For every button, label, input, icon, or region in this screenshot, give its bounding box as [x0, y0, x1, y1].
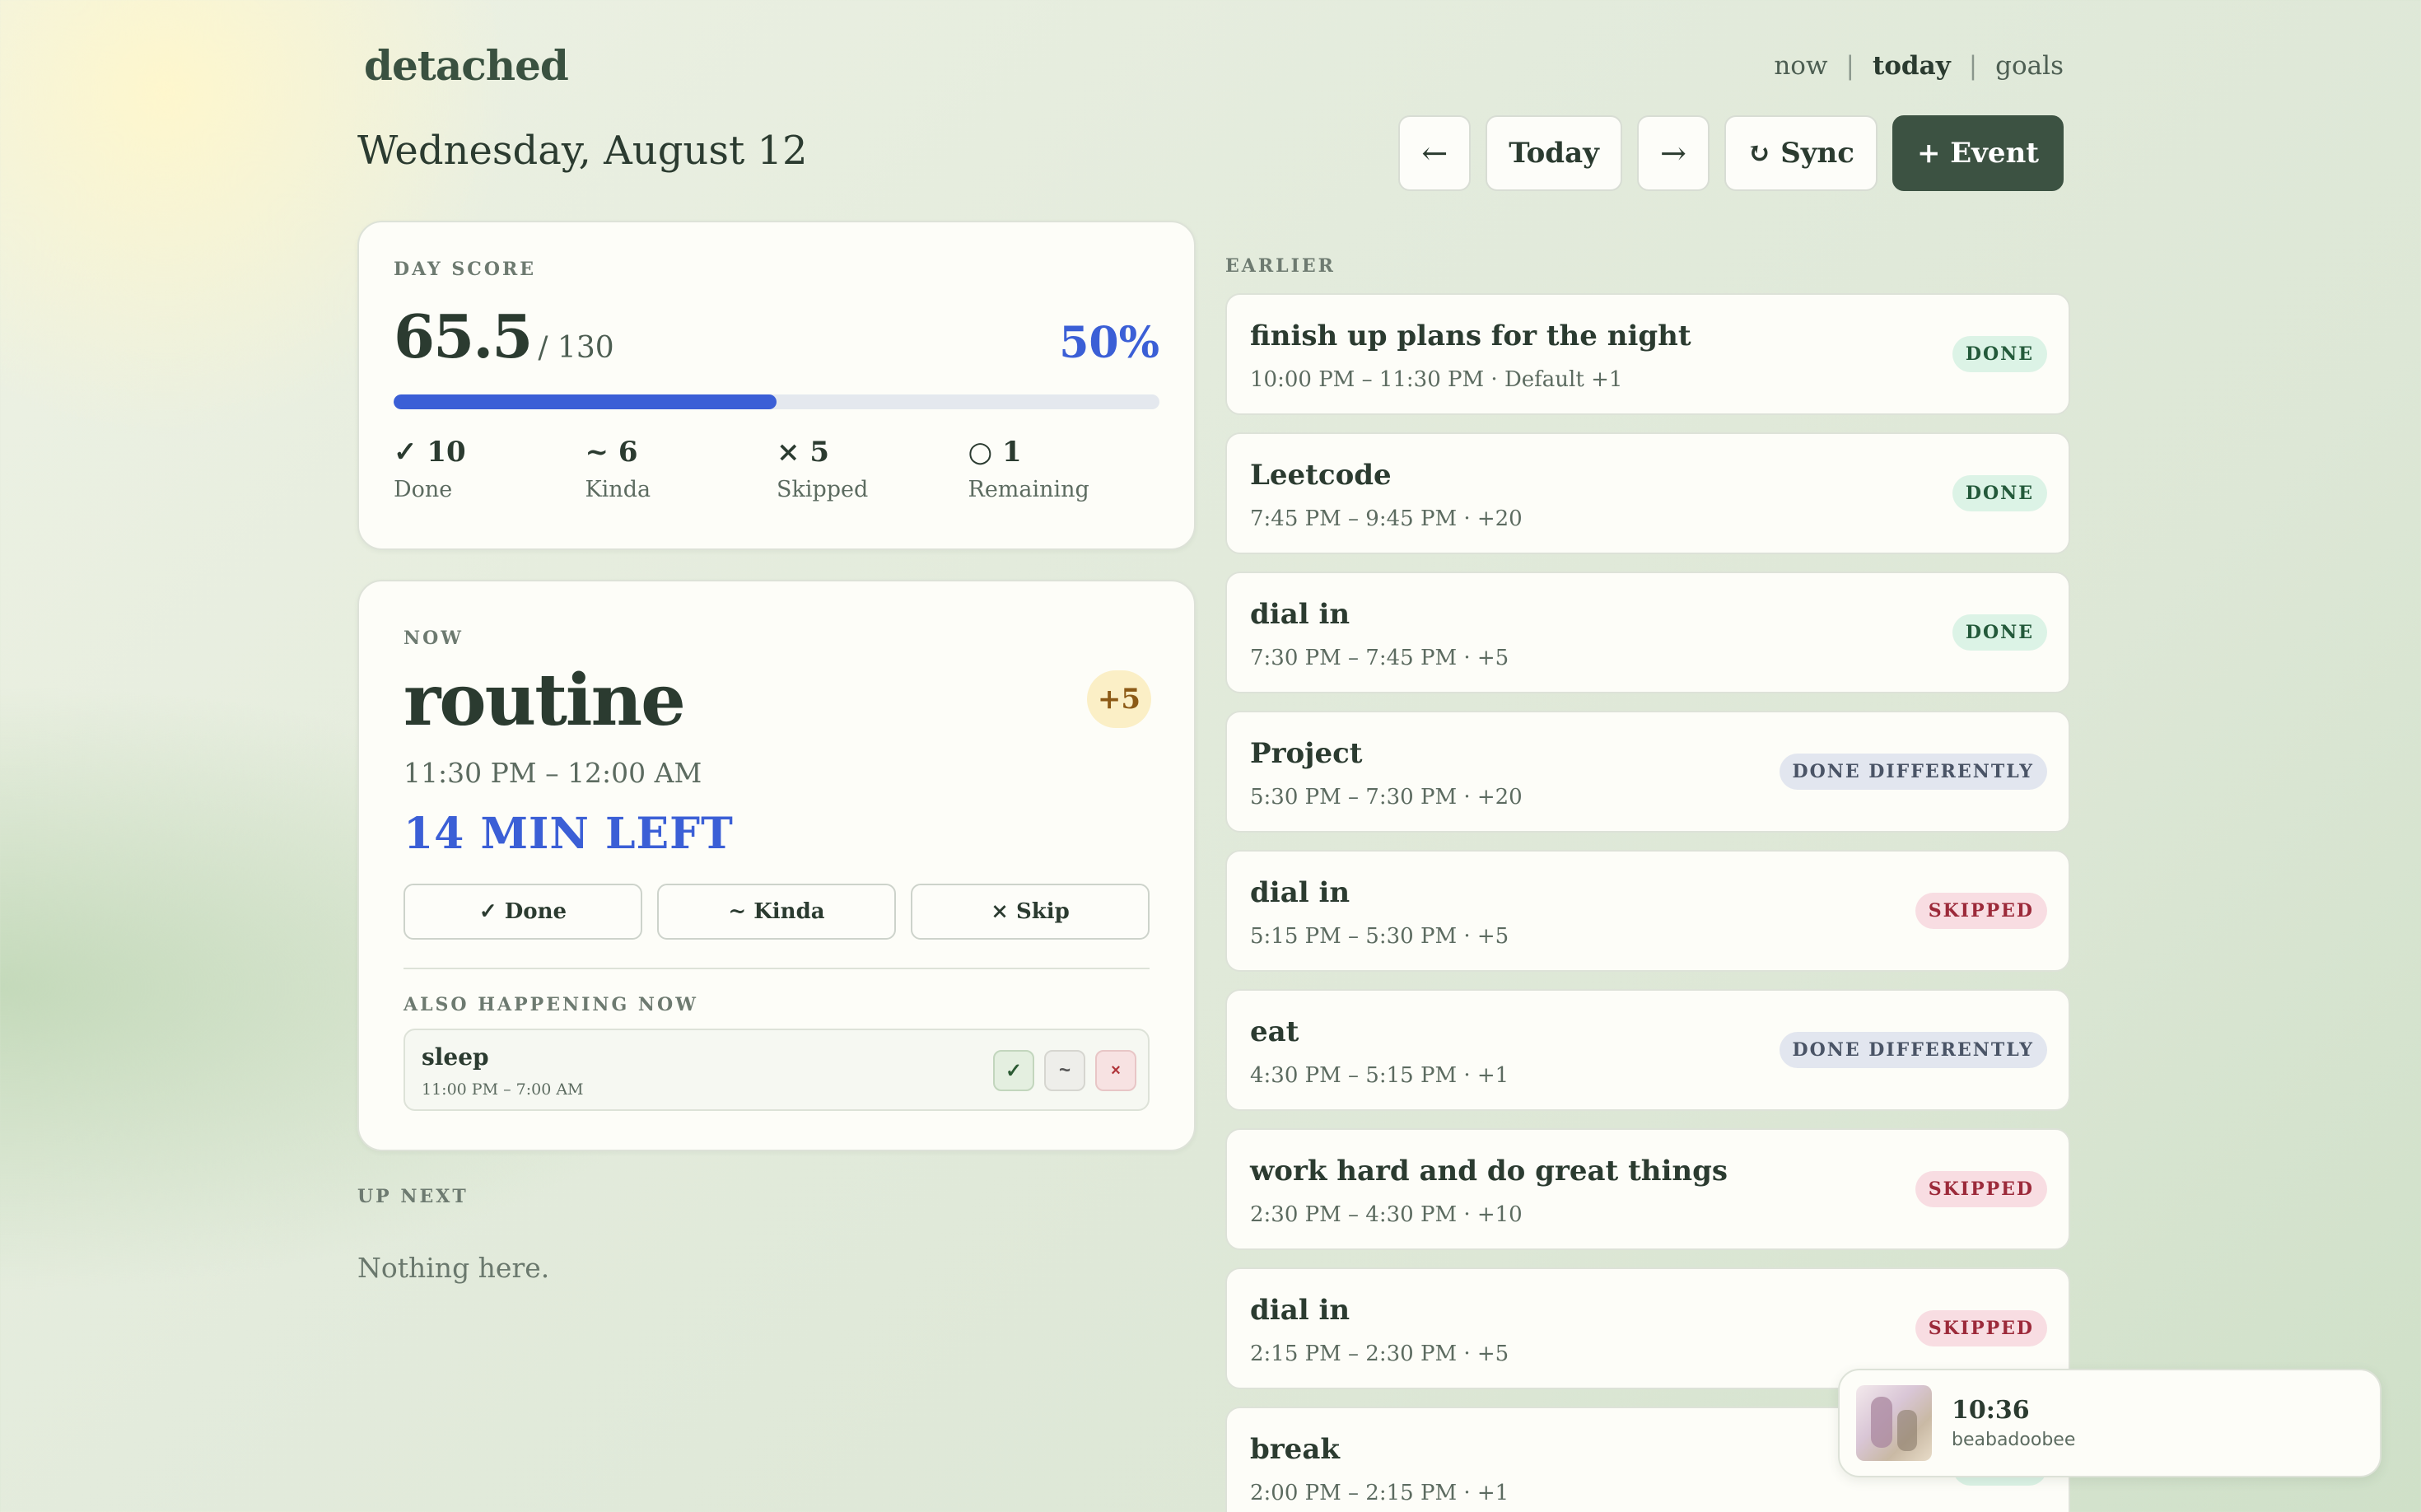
toolbar: ← Today → ↻ Sync + Event: [1398, 115, 2064, 191]
prev-day-button[interactable]: ←: [1398, 115, 1472, 191]
sync-button[interactable]: ↻ Sync: [1724, 115, 1878, 191]
time-remaining: 14 MIN LEFT: [404, 809, 734, 859]
now-playing-artist: beabadoobee: [1952, 1430, 2076, 1450]
app-logo[interactable]: detached: [364, 41, 569, 90]
status-badge: DONE DIFFERENTLY: [1779, 754, 2047, 790]
up-next-empty: Nothing here.: [357, 1252, 550, 1284]
nav-separator: |: [1968, 51, 1978, 81]
status-badge: SKIPPED: [1915, 1310, 2047, 1346]
status-badge: SKIPPED: [1915, 893, 2047, 929]
stat-value: × 5: [777, 436, 829, 469]
mark-skip-button[interactable]: × Skip: [911, 884, 1150, 940]
mini-done-button[interactable]: ✓: [993, 1050, 1034, 1091]
score-row: 65.5/ 130 50%: [394, 301, 1159, 371]
status-badge: DONE: [1952, 614, 2047, 651]
album-art: [1856, 1385, 1932, 1461]
event-meta: 10:00 PM – 11:30 PM · Default +1: [1250, 367, 1623, 392]
mark-kinda-button[interactable]: ~ Kinda: [657, 884, 896, 940]
event-title: Leetcode: [1250, 459, 1392, 492]
event-card[interactable]: eat 4:30 PM – 5:15 PM · +1 DONE DIFFEREN…: [1225, 989, 2070, 1111]
status-badge: SKIPPED: [1915, 1171, 2047, 1207]
event-meta: 7:45 PM – 9:45 PM · +20: [1250, 506, 1523, 531]
page: detached now | today | goals Wednesday, …: [357, 0, 2070, 1512]
stat-kinda: ~ 6 Kinda: [585, 436, 777, 502]
add-event-button[interactable]: + Event: [1892, 115, 2064, 191]
top-nav: now | today | goals: [1774, 51, 2064, 81]
stat-value: ✓ 10: [394, 436, 466, 469]
score-number: 65.5: [394, 301, 533, 371]
also-happening-label: ALSO HAPPENING NOW: [404, 994, 698, 1015]
status-badge: DONE DIFFERENTLY: [1779, 1032, 2047, 1068]
score-stats: ✓ 10 Done ~ 6 Kinda × 5 Skipped ○ 1 Rema…: [394, 436, 1159, 502]
also-happening-item: sleep 11:00 PM – 7:00 AM ✓ ~ ×: [404, 1029, 1150, 1111]
divider: [404, 968, 1150, 969]
score-progress-bar: [394, 394, 1159, 409]
stat-label: Done: [394, 477, 453, 502]
stat-label: Kinda: [585, 477, 651, 502]
now-card: NOW routine +5 11:30 PM – 12:00 AM 14 MI…: [357, 580, 1196, 1151]
score-value: 65.5/ 130: [394, 301, 614, 371]
event-card[interactable]: Leetcode 7:45 PM – 9:45 PM · +20 DONE: [1225, 432, 2070, 554]
event-title: finish up plans for the night: [1250, 320, 1691, 352]
event-meta: 2:00 PM – 2:15 PM · +1: [1250, 1481, 1509, 1505]
event-card[interactable]: finish up plans for the night 10:00 PM –…: [1225, 293, 2070, 415]
nav-now-link[interactable]: now: [1774, 51, 1827, 81]
also-actions: ✓ ~ ×: [993, 1050, 1136, 1091]
now-playing-time: 10:36: [1952, 1396, 2030, 1425]
nav-goals-link[interactable]: goals: [1995, 51, 2064, 81]
day-score-card: DAY SCORE 65.5/ 130 50% ✓ 10 Done ~ 6 Ki…: [357, 221, 1196, 550]
stat-label: Remaining: [968, 477, 1089, 502]
score-percent: 50%: [1059, 318, 1159, 368]
current-event-time: 11:30 PM – 12:00 AM: [404, 757, 702, 789]
page-title: Wednesday, August 12: [357, 128, 808, 174]
current-event-title: routine: [404, 659, 686, 742]
event-card[interactable]: dial in 7:30 PM – 7:45 PM · +5 DONE: [1225, 572, 2070, 693]
nav-today-link[interactable]: today: [1873, 51, 1951, 81]
stat-value: ○ 1: [968, 436, 1022, 469]
day-score-label: DAY SCORE: [394, 259, 537, 280]
up-next-label: UP NEXT: [357, 1186, 469, 1207]
now-actions: ✓ Done ~ Kinda × Skip: [404, 884, 1150, 940]
points-badge: +5: [1087, 670, 1151, 728]
now-playing-widget[interactable]: 10:36 beabadoobee: [1838, 1369, 2381, 1477]
status-badge: DONE: [1952, 336, 2047, 372]
next-day-button[interactable]: →: [1636, 115, 1710, 191]
event-card[interactable]: dial in 5:15 PM – 5:30 PM · +5 SKIPPED: [1225, 850, 2070, 972]
event-card[interactable]: work hard and do great things 2:30 PM – …: [1225, 1128, 2070, 1250]
stat-skipped: × 5 Skipped: [777, 436, 968, 502]
today-button[interactable]: Today: [1486, 115, 1622, 191]
event-meta: 7:30 PM – 7:45 PM · +5: [1250, 646, 1509, 670]
stat-done: ✓ 10 Done: [394, 436, 585, 502]
event-title: dial in: [1250, 598, 1350, 631]
event-card[interactable]: Project 5:30 PM – 7:30 PM · +20 DONE DIF…: [1225, 711, 2070, 833]
mini-kinda-button[interactable]: ~: [1044, 1050, 1085, 1091]
status-badge: DONE: [1952, 475, 2047, 511]
mark-done-button[interactable]: ✓ Done: [404, 884, 642, 940]
stat-value: ~ 6: [585, 436, 638, 469]
stat-label: Skipped: [777, 477, 869, 502]
now-label: NOW: [404, 628, 464, 649]
mini-skip-button[interactable]: ×: [1095, 1050, 1136, 1091]
score-progress-fill: [394, 394, 777, 409]
earlier-label: EARLIER: [1225, 255, 1336, 277]
nav-separator: |: [1845, 51, 1854, 81]
now-playing-text: 10:36 beabadoobee: [1952, 1396, 2075, 1450]
score-total: / 130: [538, 331, 614, 365]
stat-remaining: ○ 1 Remaining: [968, 436, 1160, 502]
